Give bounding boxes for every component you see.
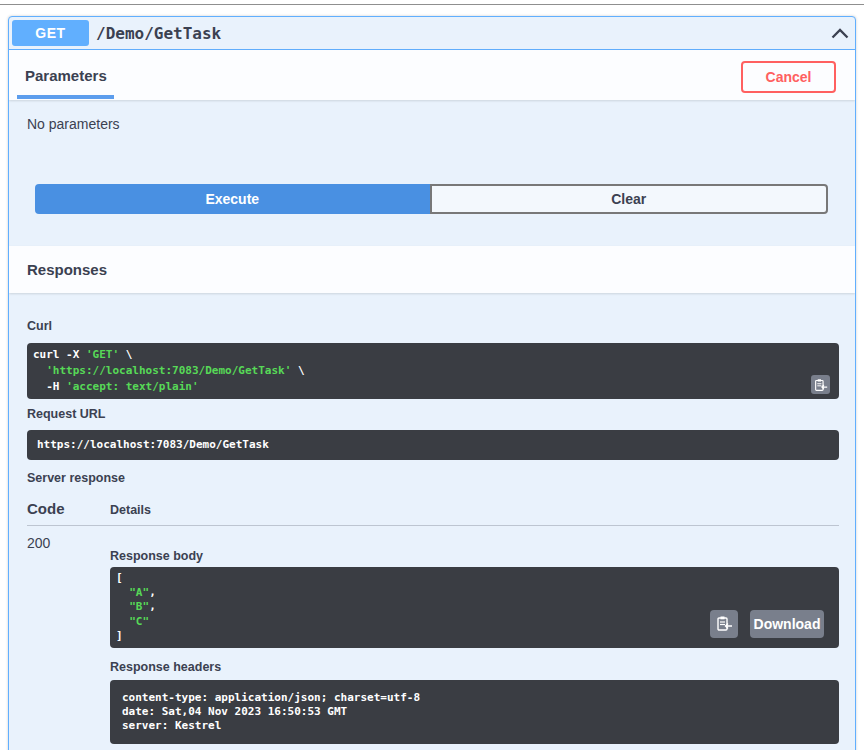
request-url-label: Request URL xyxy=(27,407,839,421)
request-url-value: https://localhost:7083/Demo/GetTask xyxy=(37,437,829,453)
chevron-up-icon xyxy=(831,28,849,39)
parameters-body: No parameters Execute Clear xyxy=(9,100,855,246)
section-divider xyxy=(0,4,864,5)
execute-button[interactable]: Execute xyxy=(35,184,430,214)
response-table-header: Code Details xyxy=(27,500,839,526)
response-headers-label: Response headers xyxy=(110,660,839,674)
code-column-header: Code xyxy=(27,500,110,517)
server-response-table: Code Details 200 Response body [ "A", "B… xyxy=(27,500,839,744)
request-url-block: https://localhost:7083/Demo/GetTask xyxy=(27,430,839,460)
response-headers-block: content-type: application/json; charset=… xyxy=(110,680,839,744)
details-column-header: Details xyxy=(110,503,151,517)
response-body-actions: Download xyxy=(710,610,824,638)
clipboard-icon xyxy=(716,615,733,632)
curl-label: Curl xyxy=(27,319,839,333)
response-body-wrap: [ "A", "B", "C"] Download xyxy=(110,567,839,648)
parameters-tab-label: Parameters xyxy=(25,67,107,84)
opblock-summary[interactable]: GET /Demo/GetTask xyxy=(9,17,855,50)
opblock-get: GET /Demo/GetTask Parameters Cancel No p… xyxy=(8,16,856,750)
responses-header: Responses xyxy=(9,246,855,293)
cancel-button[interactable]: Cancel xyxy=(741,61,836,93)
response-row: 200 Response body [ "A", "B", "C"] Downl… xyxy=(27,526,839,744)
copy-curl-button[interactable] xyxy=(811,375,830,394)
no-parameters-text: No parameters xyxy=(9,116,855,132)
status-code: 200 xyxy=(27,535,110,744)
endpoint-path: /Demo/GetTask xyxy=(96,24,221,43)
execute-clear-group: Execute Clear xyxy=(35,184,828,214)
server-response-label: Server response xyxy=(27,471,839,485)
parameters-header: Parameters Cancel xyxy=(9,50,855,100)
clipboard-icon xyxy=(814,378,828,392)
responses-title: Responses xyxy=(27,261,107,278)
active-tab-underline xyxy=(17,95,114,99)
curl-command-block: curl -X 'GET' \ 'https://localhost:7083/… xyxy=(27,343,839,399)
collapse-button[interactable] xyxy=(831,28,849,39)
clear-button[interactable]: Clear xyxy=(430,184,829,214)
response-details: Response body [ "A", "B", "C"] Download … xyxy=(110,535,839,744)
download-button[interactable]: Download xyxy=(750,610,824,638)
tab-parameters[interactable]: Parameters xyxy=(25,50,107,100)
http-method-badge: GET xyxy=(12,20,89,46)
copy-response-button[interactable] xyxy=(710,610,738,638)
response-body-label: Response body xyxy=(110,549,839,563)
responses-body: Curl curl -X 'GET' \ 'https://localhost:… xyxy=(9,293,855,750)
